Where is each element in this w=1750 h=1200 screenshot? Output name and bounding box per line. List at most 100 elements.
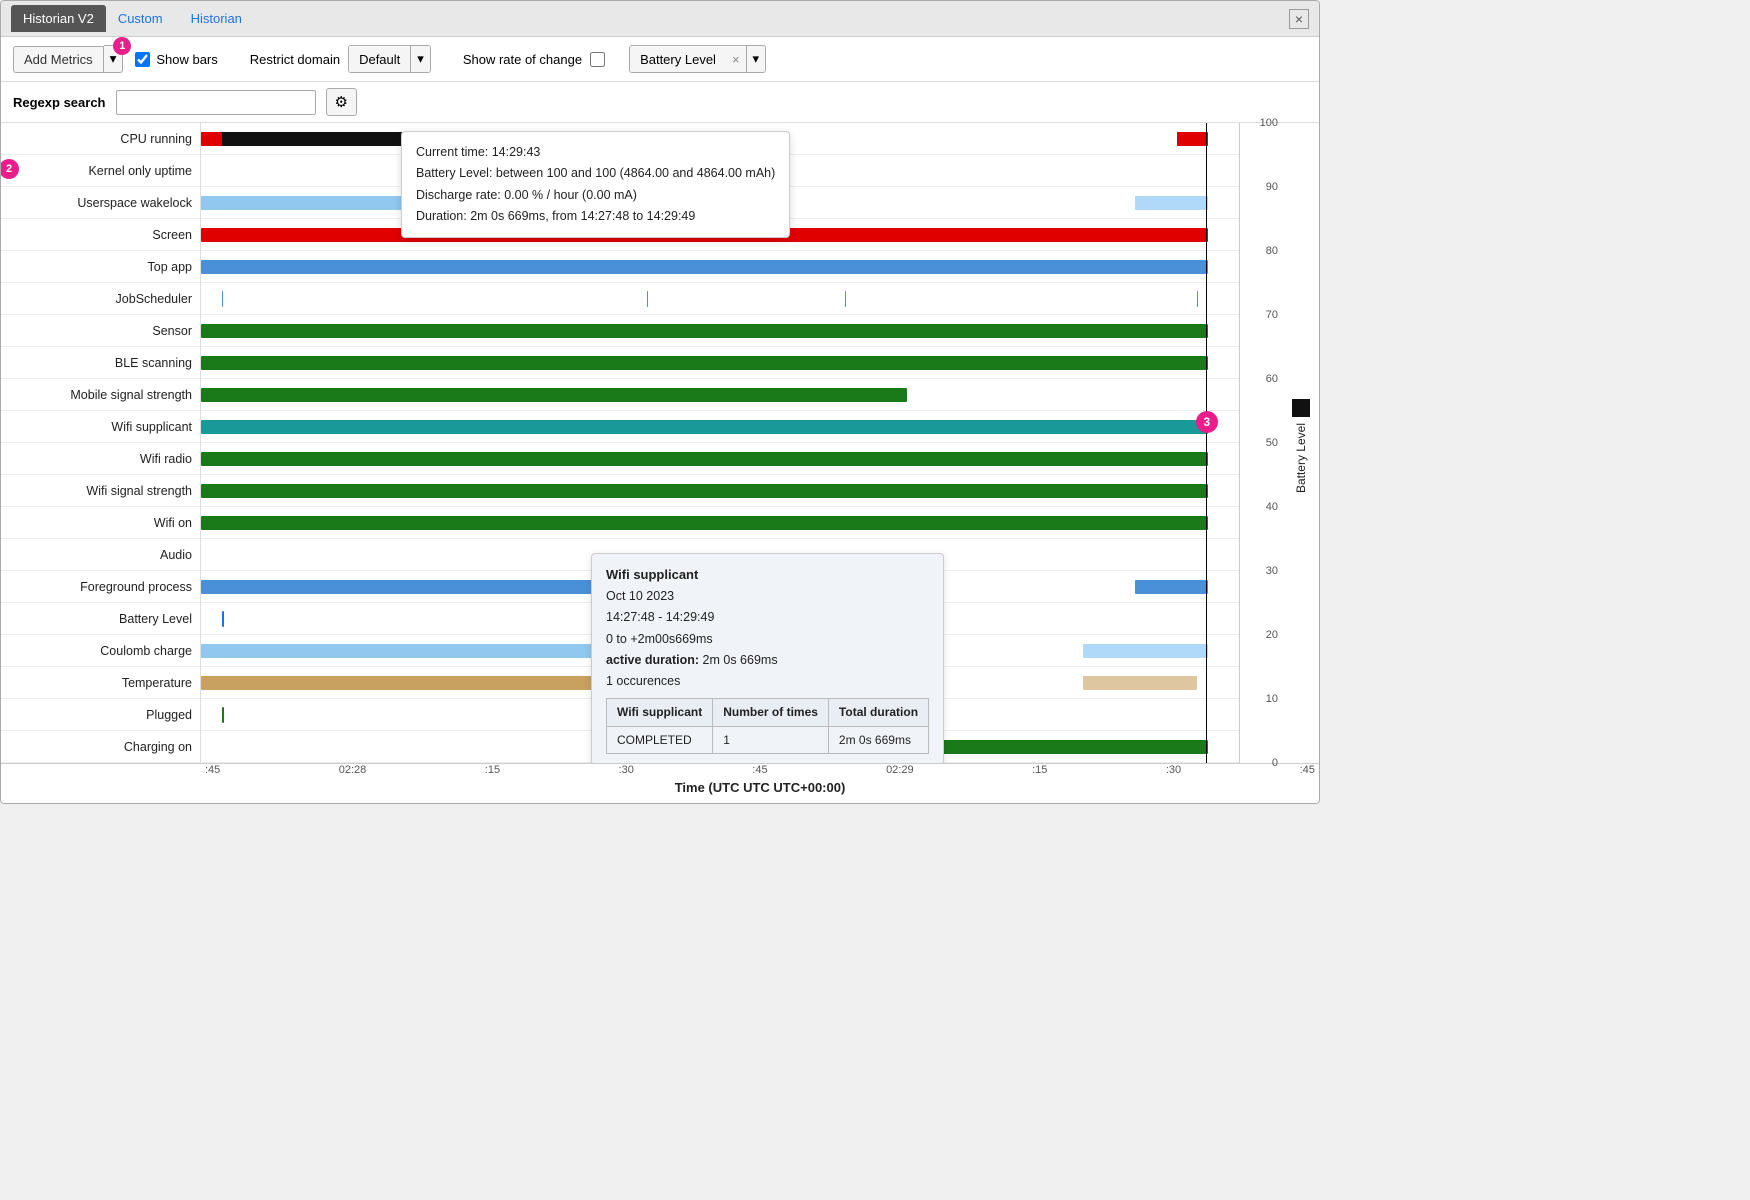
metric-label-wifi-signal: Wifi signal strength (1, 475, 200, 507)
bar-wifi-on (201, 516, 1208, 530)
tooltip-line4: Duration: 2m 0s 669ms, from 14:27:48 to … (416, 206, 775, 227)
y-tick-40: 40 (1266, 501, 1278, 513)
bar-row-mobile (201, 379, 1239, 411)
tooltip-td-2: 1 (713, 726, 829, 753)
bar-row-ble (201, 347, 1239, 379)
tab-custom[interactable]: Custom (106, 5, 175, 32)
x-tick-3: :15 (485, 764, 500, 776)
battery-vertical-label: Battery Level (1294, 423, 1308, 493)
tooltip-td-1: COMPLETED (607, 726, 713, 753)
bar-fg-1 (201, 580, 595, 594)
y-tick-80: 80 (1266, 245, 1278, 257)
tooltip-line2: Battery Level: between 100 and 100 (4864… (416, 163, 775, 184)
bar-temp-2 (1083, 676, 1197, 690)
tab-historian[interactable]: Historian (179, 5, 254, 32)
battery-level-dropdown[interactable]: ▾ (746, 46, 766, 72)
settings-button[interactable]: ⚙ (326, 88, 357, 116)
tooltip-occurrences: 1 occurences (606, 671, 929, 692)
bar-row-jobscheduler (201, 283, 1239, 315)
tooltip-active: active duration: 2m 0s 669ms (606, 650, 929, 671)
tooltip-top: Current time: 14:29:43 Battery Level: be… (401, 131, 790, 238)
x-tick-2: 02:28 (339, 764, 367, 776)
table-row: COMPLETED 1 2m 0s 669ms (607, 726, 929, 753)
bar-row-wifi-signal (201, 475, 1239, 507)
tooltip-date: Oct 10 2023 (606, 586, 929, 607)
domain-select: Default ▾ (348, 45, 431, 73)
bar-mobile (201, 388, 907, 402)
show-rate-label: Show rate of change (463, 52, 582, 67)
bar-cpu-red2 (1177, 132, 1208, 146)
x-ticks: :45 02:28 :15 :30 :45 02:29 :15 :30 :45 (201, 764, 1319, 776)
add-metrics-badge: 1 (113, 37, 131, 55)
metric-label-coulomb: Coulomb charge (1, 635, 200, 667)
domain-value: Default (349, 47, 410, 72)
close-button[interactable]: × (1289, 9, 1309, 29)
bar-job1 (222, 291, 223, 307)
show-bars-checkbox[interactable] (135, 52, 150, 67)
badge-2: 2 (0, 159, 19, 179)
tab-historian-v2[interactable]: Historian V2 (11, 5, 106, 32)
metrics-labels: CPU running 2 Kernel only uptime Userspa… (1, 123, 201, 763)
battery-level-tag: Battery Level × ▾ (629, 45, 766, 73)
add-metrics-group: Add Metrics ▾ 1 (13, 45, 123, 73)
cursor-line (1206, 123, 1207, 763)
show-rate-checkbox[interactable] (590, 52, 605, 67)
toolbar: Add Metrics ▾ 1 Show bars Restrict domai… (1, 37, 1319, 82)
tooltip-td-3: 2m 0s 669ms (828, 726, 928, 753)
metric-label-kernel: 2 Kernel only uptime (1, 155, 200, 187)
show-bars-group: Show bars (135, 52, 217, 67)
tooltip-title: Wifi supplicant (606, 564, 929, 586)
metric-label-plugged: Plugged (1, 699, 200, 731)
bar-topapp (201, 260, 1208, 274)
metric-label-foreground: Foreground process (1, 571, 200, 603)
bar-wifi-supp (201, 420, 1208, 434)
battery-level-remove[interactable]: × (726, 47, 746, 72)
bar-wakelock-2 (1135, 196, 1208, 210)
y-tick-10: 10 (1266, 693, 1278, 705)
y-tick-100: 100 (1260, 117, 1278, 129)
bar-row-sensor (201, 315, 1239, 347)
chart-container: CPU running 2 Kernel only uptime Userspa… (1, 123, 1319, 763)
chart-bars: 3 (201, 123, 1239, 763)
x-tick-9: :45 (1300, 764, 1315, 776)
y-tick-30: 30 (1266, 565, 1278, 577)
bar-job4 (1197, 291, 1198, 307)
tooltip-th-2: Number of times (713, 699, 829, 726)
tooltip-bottom: Wifi supplicant Oct 10 2023 14:27:48 - 1… (591, 553, 944, 763)
bar-job2 (647, 291, 648, 307)
title-bar: Historian V2 Custom Historian × (1, 1, 1319, 37)
metric-label-wifi-radio: Wifi radio (1, 443, 200, 475)
metric-label-battery: Battery Level (1, 603, 200, 635)
rate-change-group: Show rate of change (463, 52, 605, 67)
metric-label-mobile: Mobile signal strength (1, 379, 200, 411)
bar-coulomb-2 (1083, 644, 1208, 658)
bar-cpu-red (201, 132, 222, 146)
tooltip-offset: 0 to +2m00s669ms (606, 629, 929, 650)
y-tick-70: 70 (1266, 309, 1278, 321)
x-tick-7: :15 (1032, 764, 1047, 776)
tooltip-th-1: Wifi supplicant (607, 699, 713, 726)
main-window: Historian V2 Custom Historian × Add Metr… (0, 0, 1320, 804)
bar-row-wifi-supp (201, 411, 1239, 443)
domain-dropdown[interactable]: ▾ (410, 46, 430, 72)
y-tick-50: 50 (1266, 437, 1278, 449)
show-bars-label: Show bars (156, 52, 217, 67)
bar-row-wifi-on (201, 507, 1239, 539)
bar-plugged-tick (222, 707, 224, 723)
bar-ble (201, 356, 1208, 370)
regexp-input[interactable] (116, 90, 316, 115)
bar-sensor (201, 324, 1208, 338)
add-metrics-button[interactable]: Add Metrics (13, 46, 104, 73)
x-tick-6: 02:29 (886, 764, 914, 776)
y-tick-90: 90 (1266, 181, 1278, 193)
bar-battery-tick (222, 611, 224, 627)
battery-level-sidebar: Battery Level (1283, 123, 1319, 763)
metric-label-cpu: CPU running (1, 123, 200, 155)
tooltip-time-range: 14:27:48 - 14:29:49 (606, 607, 929, 628)
bar-row-wifi-radio (201, 443, 1239, 475)
bar-wifi-signal (201, 484, 1208, 498)
metric-label-screen: Screen (1, 219, 200, 251)
x-axis: :45 02:28 :15 :30 :45 02:29 :15 :30 :45 … (1, 763, 1319, 803)
y-tick-60: 60 (1266, 373, 1278, 385)
x-tick-1: :45 (205, 764, 220, 776)
